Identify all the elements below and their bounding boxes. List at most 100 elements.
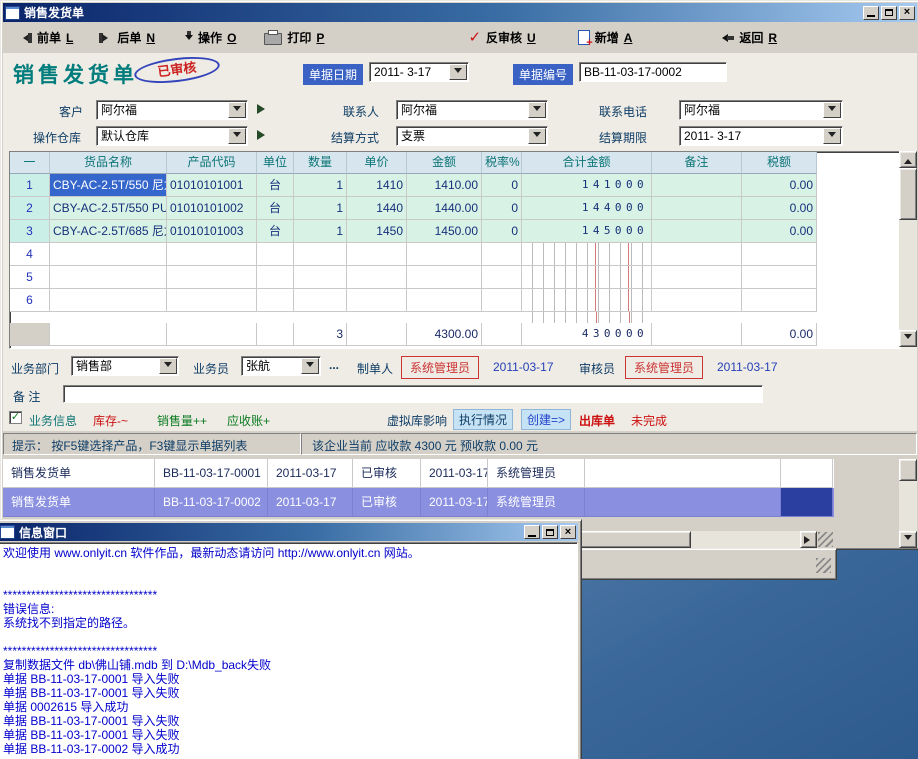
print-button[interactable]: 打印P [258, 26, 330, 49]
outbound-doc-label[interactable]: 出库单 [579, 412, 615, 429]
minimize-button[interactable] [863, 6, 879, 20]
grid-row[interactable]: 3 CBY-AC-2.5T/685 尼龙轮 01010101003 台 1 14… [10, 220, 900, 243]
info-window-title: 信息窗口 [19, 524, 67, 541]
minimize-button[interactable] [524, 525, 540, 539]
log-line: 单据 BB-11-03-17-0001 导入失败 [3, 714, 577, 728]
resize-grip[interactable] [816, 558, 831, 573]
main-toolbar: 前单L 后单N 操作O 打印P ✓ 反审核U + 新增A [3, 22, 917, 54]
total-amount: 4300.00 [407, 323, 482, 346]
background-window-edge [575, 548, 837, 580]
dropdown-arrow-icon[interactable] [449, 64, 467, 80]
customer-pointer-icon[interactable] [257, 104, 270, 114]
selected-list-cell[interactable] [781, 488, 833, 517]
warehouse-label: 操作仓库 [33, 129, 81, 146]
amount-column-stripes [522, 312, 652, 323]
scroll-down-button[interactable] [899, 330, 917, 347]
dropdown-arrow-icon[interactable] [228, 128, 246, 144]
summary-panel: 该企业当前 应收款 4300 元 预收款 0.00 元 [301, 433, 917, 455]
return-button[interactable]: 返回R [712, 26, 783, 49]
grid-row[interactable]: 1 CBY-AC-2.5T/550 尼龙轮 01010101001 台 1 14… [10, 174, 900, 197]
doc-list-row[interactable]: 销售发货单 BB-11-03-17-0001 2011-03-17 已审核 20… [3, 459, 834, 488]
prev-doc-button[interactable]: 前单L [13, 26, 79, 49]
add-new-button[interactable]: + 新增A [572, 26, 639, 49]
scroll-right-button[interactable] [800, 531, 817, 548]
grid-row[interactable]: 5 [10, 266, 900, 289]
dropdown-arrow-icon[interactable] [159, 358, 177, 374]
grid-row[interactable]: 6 [10, 289, 900, 312]
settle-combobox[interactable]: 支票 [396, 126, 548, 146]
list-scroll-down-button[interactable] [899, 531, 917, 548]
close-icon: × [565, 527, 571, 538]
business-info-label: 业务信息 [29, 412, 77, 429]
info-window: 信息窗口 × 欢迎使用 www.onlyit.cn 软件作品，最新动态请访问 h… [0, 519, 582, 759]
grid-row[interactable]: 2 CBY-AC-2.5T/550 PU轮 01010101002 台 1 14… [10, 197, 900, 220]
dropdown-arrow-icon[interactable] [301, 358, 319, 374]
grid-header-cell: 税额 [742, 152, 817, 174]
doc-date-tag: 单据日期 [303, 64, 363, 85]
dropdown-arrow-icon[interactable] [823, 128, 841, 144]
salesman-combobox[interactable]: 张航 [241, 356, 321, 376]
warehouse-pointer-icon[interactable] [257, 130, 270, 140]
grid-vscrollbar[interactable] [899, 151, 917, 347]
resize-grip[interactable] [818, 532, 833, 547]
close-button[interactable]: × [560, 525, 576, 539]
close-button[interactable]: × [899, 6, 915, 20]
customer-combobox[interactable]: 阿尔福 [96, 100, 248, 120]
grid-header-cell: 备注 [652, 152, 742, 174]
log-line [3, 560, 577, 574]
selected-cell[interactable]: CBY-AC-2.5T/550 尼龙轮 [50, 174, 167, 197]
check-icon: ✓ [11, 412, 20, 423]
virtual-stock-label: 虚拟库影响 [387, 412, 447, 429]
scrollbar-thumb[interactable] [899, 168, 917, 220]
dropdown-arrow-icon[interactable] [528, 128, 546, 144]
browse-dots-button[interactable]: ... [329, 358, 339, 372]
dropdown-arrow-icon[interactable] [228, 102, 246, 118]
grid-header-cell: 合计金额 [522, 152, 652, 174]
scroll-up-button[interactable] [899, 151, 917, 168]
operate-menu-button[interactable]: 操作O [179, 26, 242, 49]
doc-no-tag: 单据编号 [513, 64, 573, 85]
exec-status-button[interactable]: 执行情况 [453, 409, 513, 430]
titlebar[interactable]: 销售发货单 × [3, 3, 917, 22]
back-arrow-icon [718, 34, 734, 42]
window-icon [5, 6, 20, 20]
unaudit-button[interactable]: ✓ 反审核U [462, 26, 541, 49]
items-grid: 一 货品名称 产品代码 单位 数量 单价 金额 税率% 合计金额 备注 税额 1… [9, 151, 901, 349]
log-line: ********************************* [3, 644, 577, 658]
doc-list-row-selected[interactable]: 销售发货单 BB-11-03-17-0002 2011-03-17 已审核 20… [3, 488, 834, 517]
customer-label: 客户 [59, 103, 83, 120]
grid-header-cell: 金额 [407, 152, 482, 174]
log-line: 单据 BB-11-03-17-0001 导入失败 [3, 672, 577, 686]
list-vscrollbar-thumb[interactable] [899, 459, 917, 481]
info-window-titlebar[interactable]: 信息窗口 × [0, 523, 578, 541]
maker-label: 制单人 [357, 360, 393, 377]
phone-combobox[interactable]: 阿尔福 [679, 100, 843, 120]
form-title: 销售发货单 [13, 59, 138, 89]
maximize-button[interactable] [542, 525, 558, 539]
log-line: 单据 0002615 导入成功 [3, 700, 577, 714]
dept-combobox[interactable]: 销售部 [71, 356, 179, 376]
total-amount-digits: 430000 [522, 323, 652, 346]
grid-row[interactable]: 4 [10, 243, 900, 266]
doc-no-input[interactable]: BB-11-03-17-0002 [579, 62, 727, 82]
log-line: 单据 BB-11-03-17-0002 导入成功 [3, 742, 577, 756]
next-doc-button[interactable]: 后单N [93, 26, 161, 49]
dropdown-arrow-icon[interactable] [528, 102, 546, 118]
warehouse-combobox[interactable]: 默认仓库 [96, 126, 248, 146]
grid-header-cell: 单价 [347, 152, 407, 174]
settle-label: 结算方式 [331, 129, 379, 146]
remark-input[interactable] [63, 385, 763, 403]
term-combobox[interactable]: 2011- 3-17 [679, 126, 843, 146]
doc-date-combobox[interactable]: 2011- 3-17 [369, 62, 469, 82]
create-button[interactable]: 创建=> [521, 409, 571, 430]
maximize-button[interactable] [881, 6, 897, 20]
log-line: ********************************* [3, 588, 577, 602]
grid-header-cell: 一 [10, 152, 50, 174]
grid-header-cell: 货品名称 [50, 152, 167, 174]
business-info-checkbox[interactable]: ✓ [9, 411, 22, 424]
dropdown-arrow-icon[interactable] [823, 102, 841, 118]
grid-header-cell: 产品代码 [167, 152, 257, 174]
new-doc-icon: + [578, 30, 590, 45]
log-line: 复制数据文件 db\佛山铺.mdb 到 D:\Mdb_back失败 [3, 658, 577, 672]
contact-combobox[interactable]: 阿尔福 [396, 100, 548, 120]
